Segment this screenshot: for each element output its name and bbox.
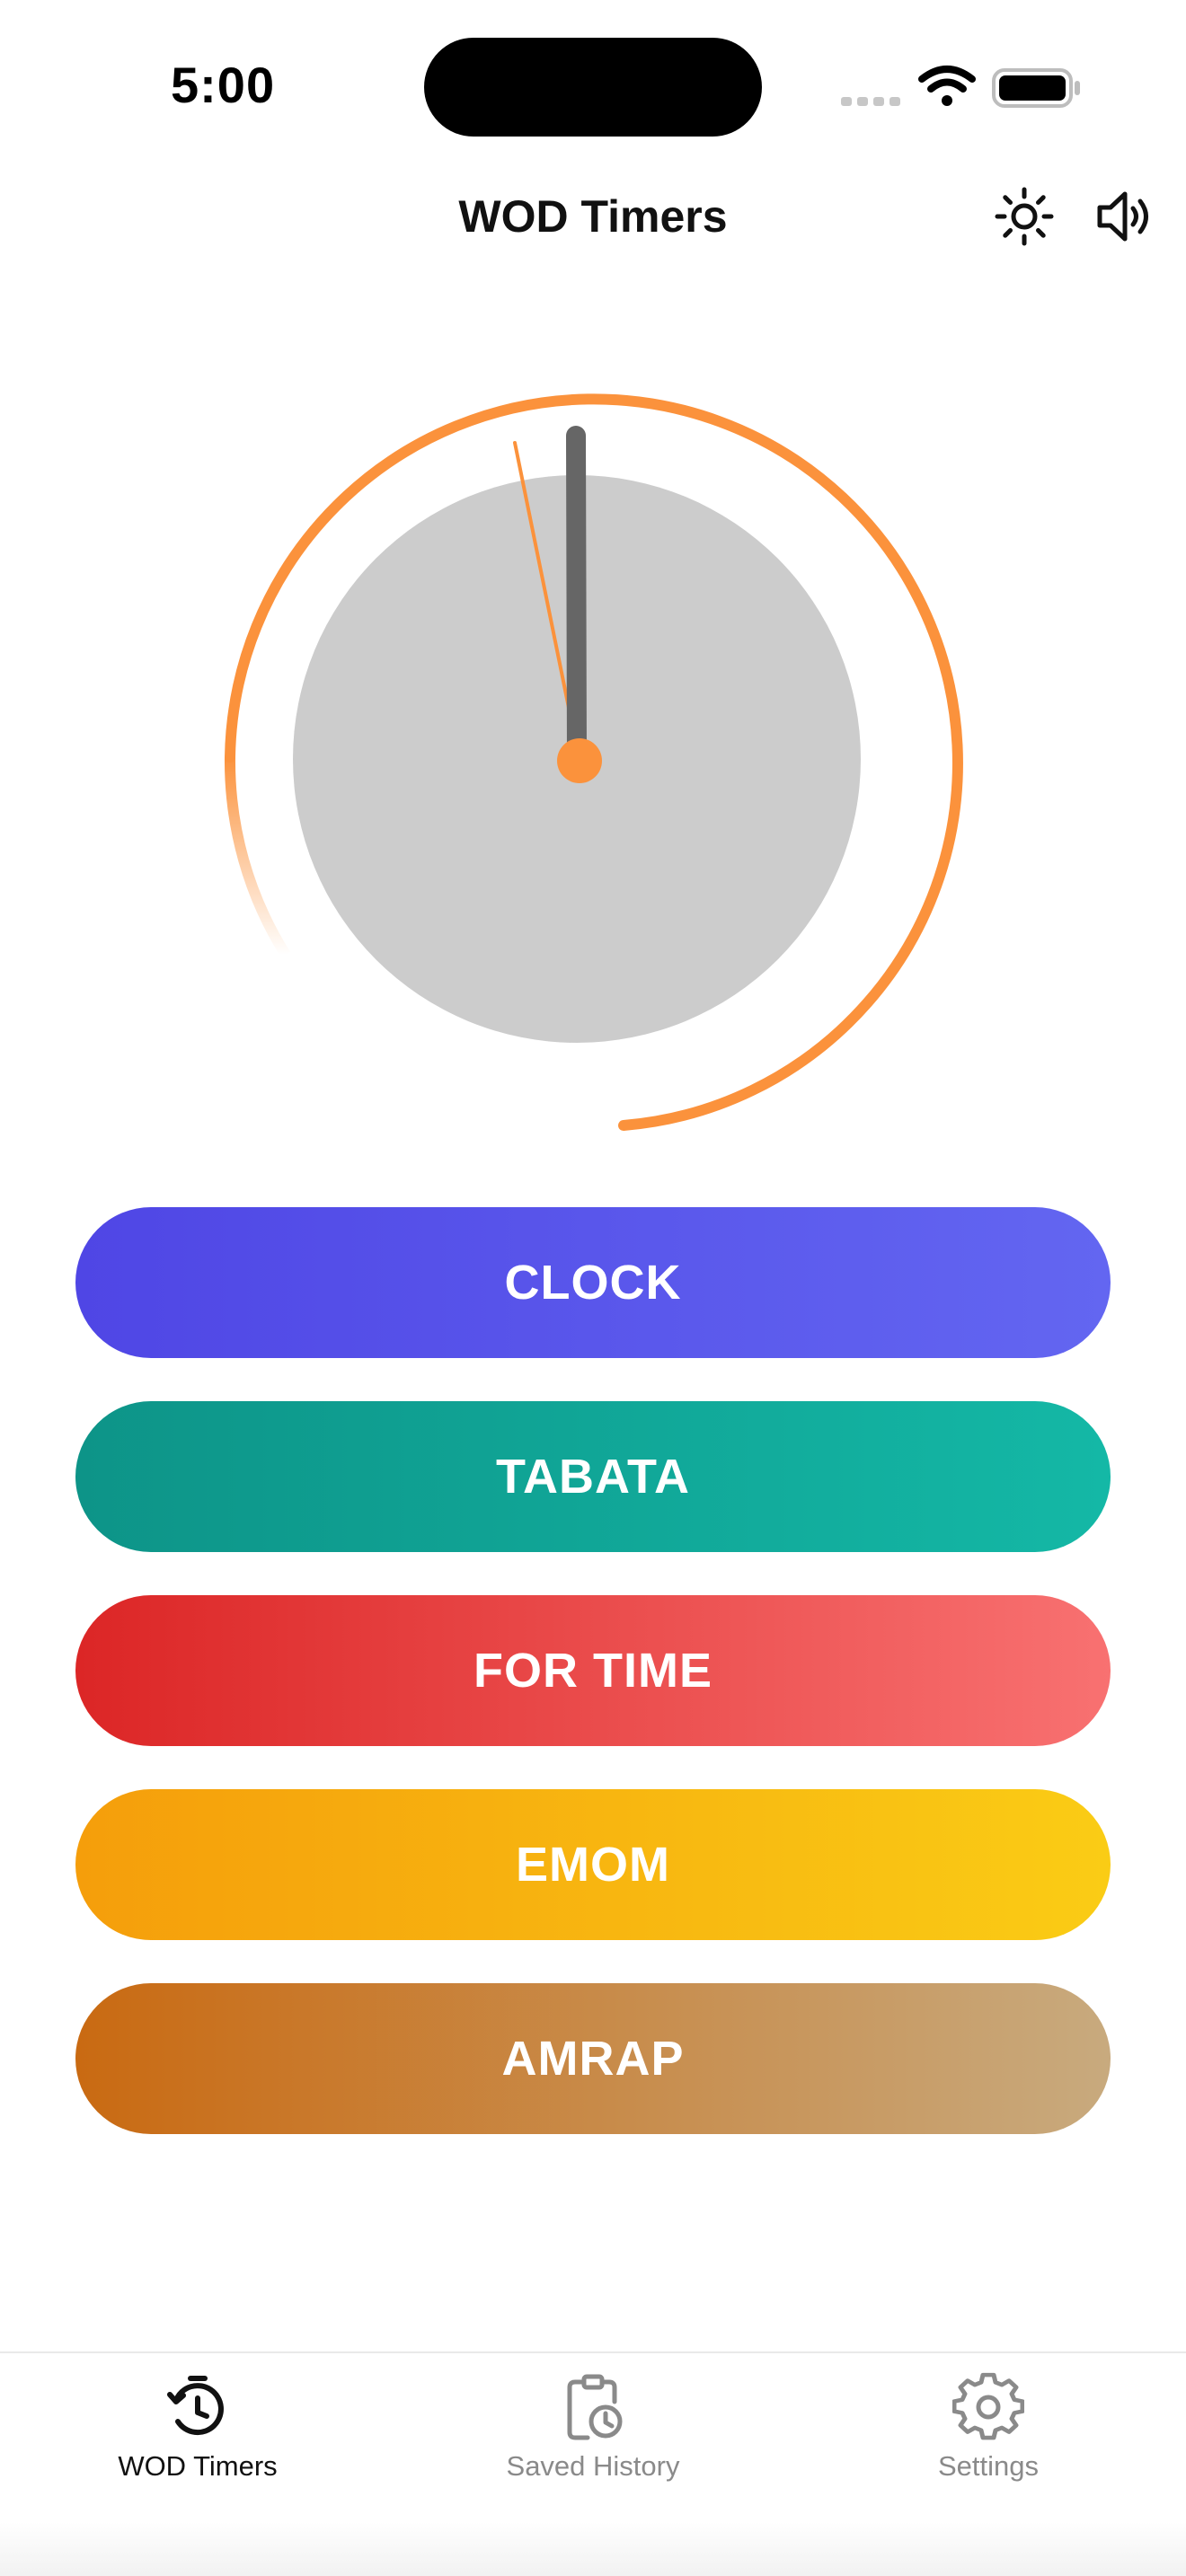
app-screen: 5:00 WOD Timers CLOCK TABATA FOR TIME EM…	[0, 0, 1186, 2576]
tab-wod-timers[interactable]: WOD Timers	[63, 2371, 332, 2506]
clipboard-clock-icon	[567, 2374, 623, 2440]
battery-icon	[992, 68, 1080, 108]
signal-icon	[841, 97, 900, 106]
timer-icon	[167, 2376, 224, 2436]
tab-saved-history[interactable]: Saved History	[458, 2371, 728, 2506]
dynamic-island	[424, 38, 762, 137]
clock-hub	[557, 738, 602, 783]
home-indicator-area	[0, 2522, 1186, 2576]
gear-icon	[952, 2372, 1024, 2440]
tabata-timer-button[interactable]: TABATA	[75, 1401, 1111, 1552]
sun-icon[interactable]	[993, 185, 1056, 248]
emom-timer-button[interactable]: EMOM	[75, 1789, 1111, 1940]
tab-label: Saved History	[506, 2450, 680, 2482]
clock-dial	[224, 393, 963, 1131]
tab-settings[interactable]: Settings	[854, 2371, 1123, 2506]
amrap-timer-button[interactable]: AMRAP	[75, 1983, 1111, 2134]
tab-label: Settings	[937, 2450, 1039, 2482]
speaker-icon[interactable]	[1093, 185, 1155, 248]
status-icons	[841, 66, 1080, 108]
tab-label: WOD Timers	[118, 2450, 278, 2482]
for-time-timer-button[interactable]: FOR TIME	[75, 1595, 1111, 1746]
clock-timer-button[interactable]: CLOCK	[75, 1207, 1111, 1358]
status-time: 5:00	[171, 57, 276, 113]
progress-ring-tail	[224, 756, 291, 958]
wifi-icon	[918, 66, 976, 106]
minute-hand	[566, 426, 587, 771]
